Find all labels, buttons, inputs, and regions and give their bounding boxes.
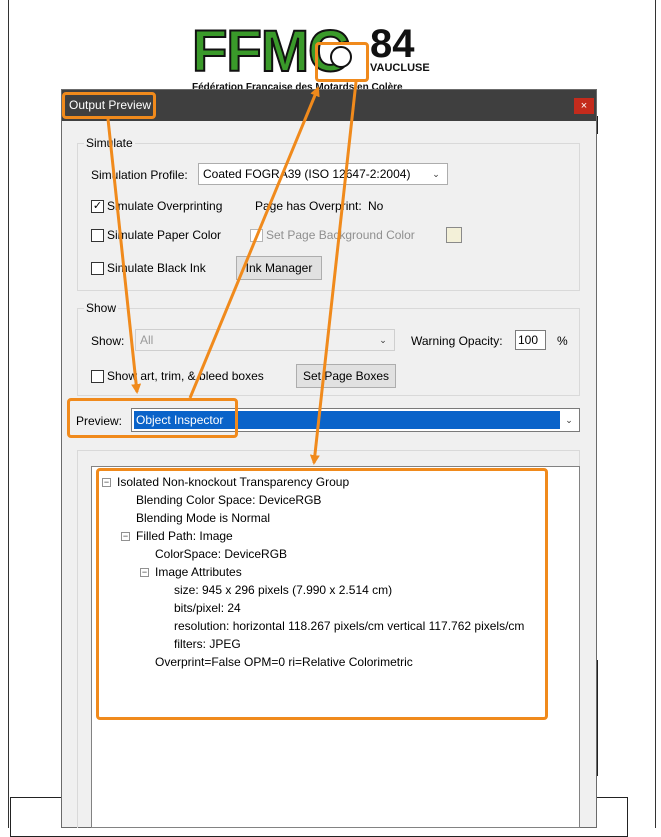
arrow-logo-to-inspector xyxy=(309,81,358,465)
arrow-preview-to-logo xyxy=(188,86,320,399)
annotation-arrows xyxy=(106,81,358,465)
arrow-title-to-preview xyxy=(106,118,142,394)
